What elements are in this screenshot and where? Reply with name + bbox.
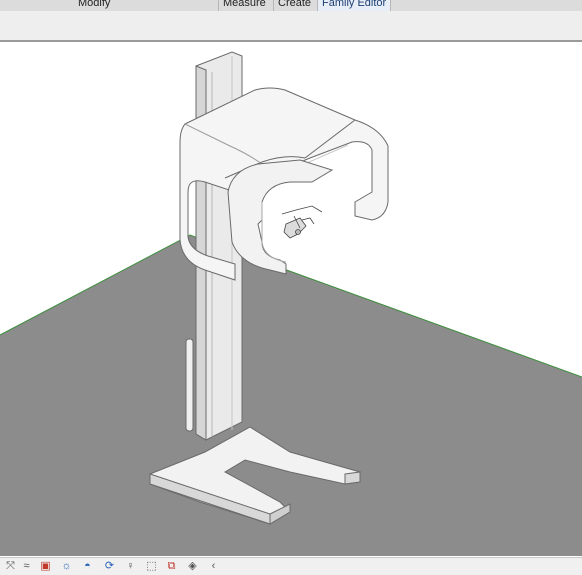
ribbon-panel-area — [0, 11, 582, 42]
sun-path-icon[interactable]: ☼ — [60, 560, 73, 572]
floor-plane — [0, 235, 582, 556]
show-crop-region-icon[interactable]: ⧉ — [165, 560, 178, 572]
lightbulb-icon[interactable]: ♀ — [124, 560, 137, 572]
ribbon-tab-bar: Modify Measure Create Family Editor — [0, 0, 582, 11]
rendering-dialog-icon[interactable]: ⟳ — [103, 560, 116, 572]
shadows-icon[interactable]: ◓ — [81, 560, 94, 572]
tab-create[interactable]: Create — [273, 0, 311, 11]
tab-measure[interactable]: Measure — [218, 0, 266, 11]
model-canvas[interactable] — [0, 42, 582, 556]
view-control-bar: ⤧ ≈ ▣ ☼ ◓ ⟳ ♀ ⬚ ⧉ ◈ ‹ — [0, 557, 582, 575]
crop-view-icon[interactable]: ⬚ — [145, 560, 158, 572]
temporary-hide-icon[interactable]: ◈ — [186, 560, 199, 572]
collapse-arrow-icon[interactable]: ‹ — [207, 560, 220, 572]
tab-modify[interactable]: Modify — [78, 0, 110, 11]
sensor-head — [281, 205, 323, 239]
scale-icon[interactable]: ⤧ — [4, 560, 17, 572]
3d-viewport[interactable] — [0, 42, 582, 556]
cradle-arm[interactable] — [227, 159, 334, 275]
visual-style-icon[interactable]: ▣ — [39, 560, 52, 572]
tab-family-editor[interactable]: Family Editor — [317, 0, 392, 11]
detail-level-icon[interactable]: ≈ — [20, 560, 33, 572]
